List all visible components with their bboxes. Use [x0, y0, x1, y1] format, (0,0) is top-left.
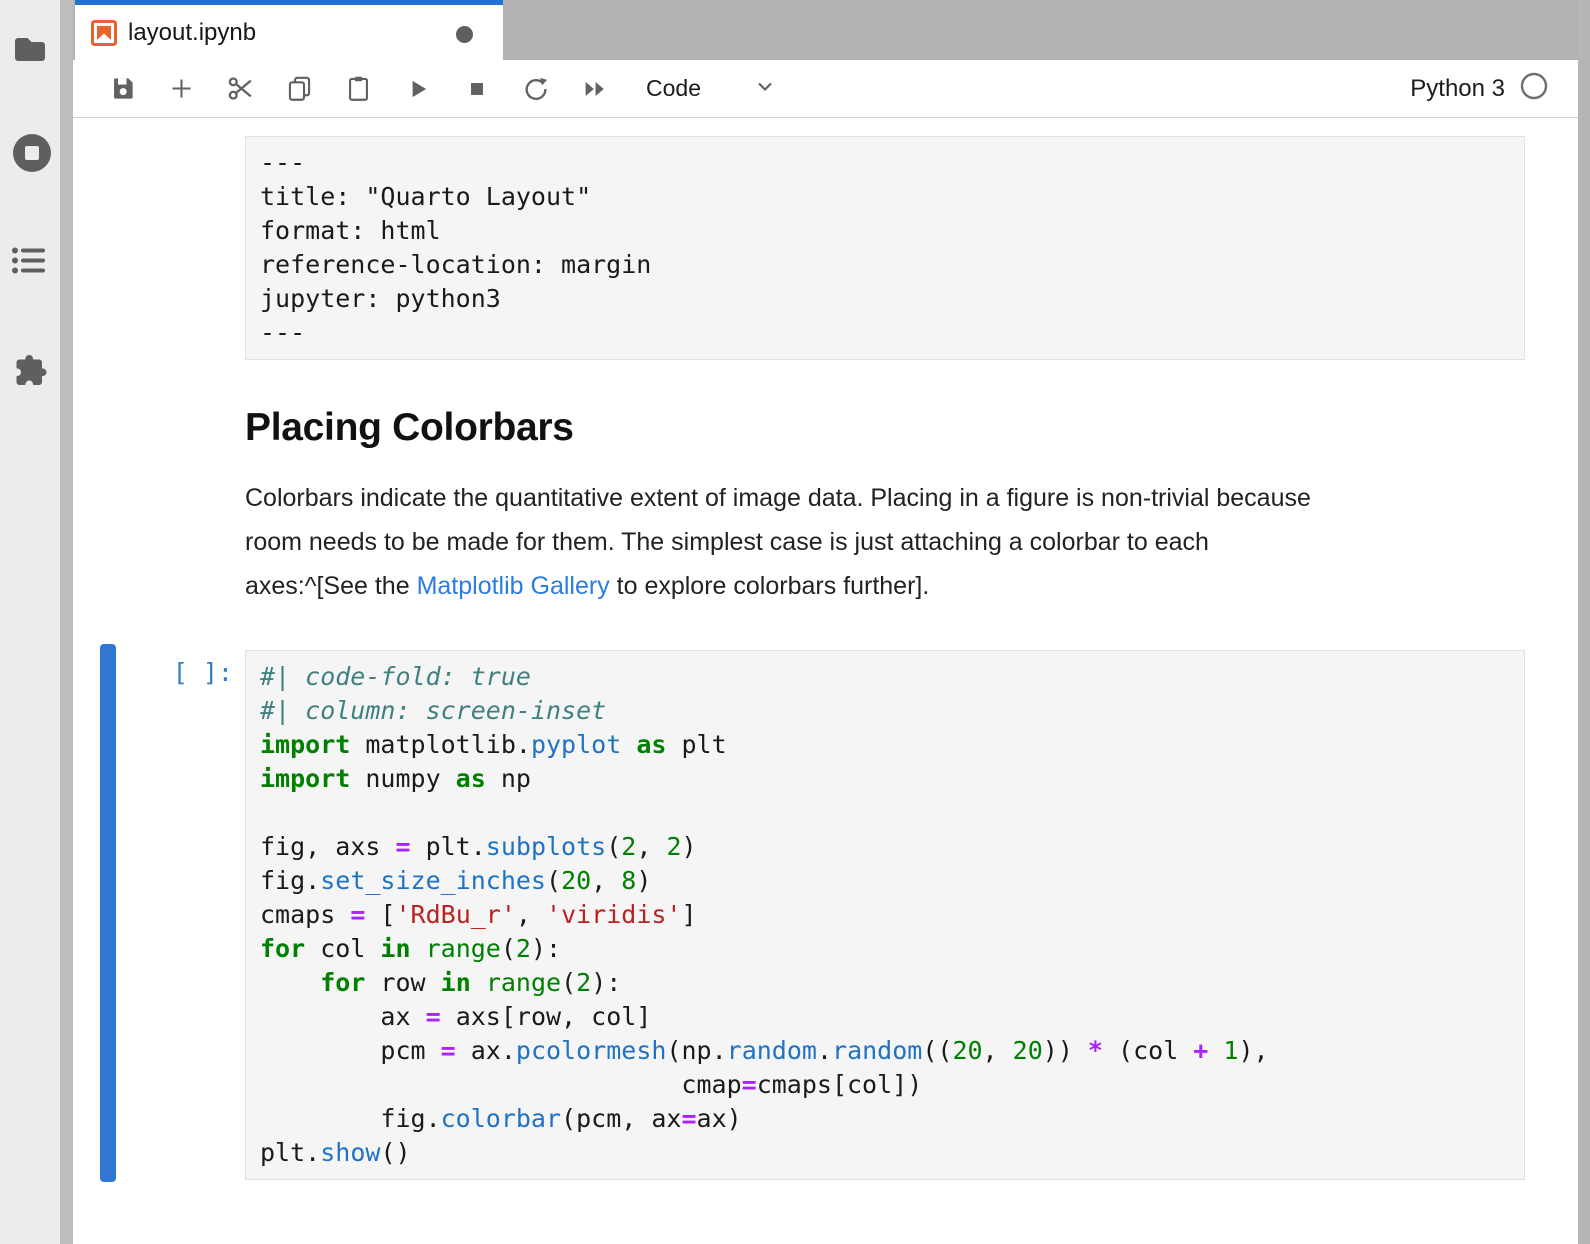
cell-type-dropdown[interactable]: Code	[646, 74, 777, 103]
interrupt-kernel-button[interactable]	[447, 67, 506, 111]
tab-layout-ipynb[interactable]: layout.ipynb	[75, 0, 503, 60]
play-icon	[405, 76, 431, 102]
code-line: fig.colorbar(pcm, ax=ax)	[260, 1102, 1510, 1136]
code-line: for col in range(2):	[260, 932, 1510, 966]
raw-cell-editor[interactable]: --- title: "Quarto Layout" format: html …	[245, 136, 1525, 360]
code-line: pcm = ax.pcolormesh(np.random.random((20…	[260, 1034, 1510, 1068]
tab-bar: layout.ipynb	[73, 0, 1578, 60]
markdown-heading: Placing Colorbars	[245, 406, 1525, 450]
tab-title: layout.ipynb	[128, 19, 256, 47]
sidebar-item-table-of-contents[interactable]	[12, 247, 48, 287]
code-line: fig, axs = plt.subplots(2, 2)	[260, 830, 1510, 864]
code-line: #| column: screen-inset	[260, 694, 1510, 728]
markdown-paragraph: Colorbars indicate the quantitative exte…	[245, 476, 1525, 608]
restart-kernel-button[interactable]	[506, 67, 565, 111]
plus-icon	[168, 75, 195, 102]
code-line: import matplotlib.pyplot as plt	[260, 728, 1510, 762]
code-line: ax = axs[row, col]	[260, 1000, 1510, 1034]
restart-icon	[522, 75, 550, 103]
puzzle-icon	[12, 352, 48, 388]
code-line: for row in range(2):	[260, 966, 1510, 1000]
code-line	[260, 796, 1510, 830]
raw-cell-source: --- title: "Quarto Layout" format: html …	[260, 146, 1510, 350]
fast-forward-icon	[581, 75, 609, 103]
clipboard-icon	[345, 75, 372, 102]
scrollbar-gutter	[1578, 0, 1590, 1244]
kernel-idle-icon	[1520, 72, 1548, 105]
notebook-content: --- title: "Quarto Layout" format: html …	[73, 118, 1578, 1243]
code-line: #| code-fold: true	[260, 660, 1510, 694]
notebook-icon	[91, 20, 117, 46]
code-line: fig.set_size_inches(20, 8)	[260, 864, 1510, 898]
list-icon	[12, 247, 48, 275]
markdown-cell: Placing Colorbars Colorbars indicate the…	[245, 406, 1525, 608]
chevron-down-icon	[701, 74, 777, 103]
kernel-indicator: Python 3	[1410, 72, 1548, 105]
notebook-toolbar: Code Python 3	[73, 60, 1578, 118]
kernel-name[interactable]: Python 3	[1410, 75, 1505, 103]
main-area: layout.ipynb	[73, 0, 1578, 1244]
scissors-icon	[226, 74, 255, 103]
matplotlib-gallery-link[interactable]: Matplotlib Gallery	[417, 572, 610, 600]
cell-collapser[interactable]	[100, 644, 116, 1182]
save-button[interactable]	[93, 67, 152, 111]
code-cell-editor[interactable]: #| code-fold: true#| column: screen-inse…	[245, 650, 1525, 1180]
code-cell: [ ]: #| code-fold: true#| column: screen…	[245, 650, 1525, 1180]
folder-icon	[12, 34, 48, 65]
copy-cells-button[interactable]	[270, 67, 329, 111]
activity-bar	[0, 0, 60, 1244]
code-line: cmap=cmaps[col])	[260, 1068, 1510, 1102]
insert-cell-button[interactable]	[152, 67, 211, 111]
code-line: cmaps = ['RdBu_r', 'viridis']	[260, 898, 1510, 932]
sidebar-item-running-kernels[interactable]	[12, 133, 48, 173]
restart-run-all-button[interactable]	[565, 67, 624, 111]
execution-prompt: [ ]:	[73, 658, 233, 687]
code-line: import numpy as np	[260, 762, 1510, 796]
markdown-text: to explore colorbars further].	[610, 572, 930, 600]
sidebar-divider	[60, 0, 73, 1244]
code-line: plt.show()	[260, 1136, 1510, 1170]
run-cell-button[interactable]	[388, 67, 447, 111]
cut-cells-button[interactable]	[211, 67, 270, 111]
stop-circle-icon	[12, 133, 48, 173]
sidebar-item-extensions[interactable]	[12, 352, 48, 392]
copy-icon	[286, 75, 313, 102]
unsaved-changes-indicator	[456, 26, 473, 43]
paste-cells-button[interactable]	[329, 67, 388, 111]
sidebar-item-file-browser[interactable]	[12, 34, 48, 74]
raw-cell: --- title: "Quarto Layout" format: html …	[245, 136, 1525, 360]
code-cell-source: #| code-fold: true#| column: screen-inse…	[260, 660, 1510, 1170]
save-icon	[109, 75, 136, 102]
cell-type-value: Code	[646, 75, 701, 102]
stop-icon	[464, 76, 490, 102]
